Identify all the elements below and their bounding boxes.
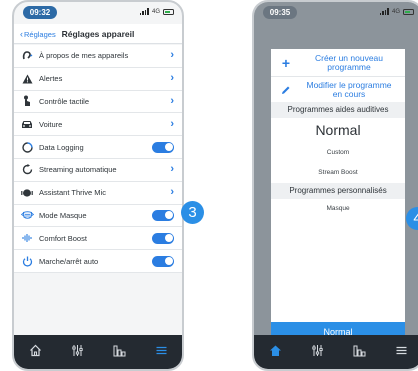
program-item-stream-boost[interactable]: Stream Boost	[271, 163, 405, 183]
create-program-button[interactable]: + Créer un nouveau programme	[271, 49, 405, 77]
ear-icon	[20, 49, 34, 63]
settings-list: À propos de mes appareils › Alertes › Co…	[14, 45, 182, 273]
auto-power-toggle[interactable]	[152, 255, 174, 267]
settings-row-label: Assistant Thrive Mic	[39, 188, 106, 198]
signal-icon	[139, 8, 149, 15]
status-bar: 09:32 4G	[14, 2, 182, 22]
streaming-icon	[20, 163, 34, 177]
program-item-normal[interactable]: Normal	[271, 118, 405, 143]
comfort-boost-icon	[20, 231, 34, 245]
settings-row-car[interactable]: Voiture ›	[14, 113, 182, 137]
status-time: 09:35	[263, 6, 297, 19]
hearing-programs-header: Programmes aides auditives	[271, 102, 405, 118]
settings-row-label: Comfort Boost	[39, 233, 87, 243]
network-label: 4G	[151, 8, 160, 15]
settings-row-comfort-boost: Comfort Boost	[14, 227, 182, 251]
settings-row-touch-control[interactable]: Contrôle tactile ›	[14, 90, 182, 114]
tab-bar	[14, 335, 182, 369]
comfort-boost-toggle[interactable]	[152, 232, 174, 244]
home-icon[interactable]	[265, 344, 285, 360]
bar-chart-icon[interactable]	[349, 344, 369, 360]
custom-programs-header: Programmes personnalisés	[271, 183, 405, 199]
modify-program-button[interactable]: Modifier le programme en cours	[271, 77, 405, 102]
settings-row-data-logging: Data Logging	[14, 136, 182, 159]
car-icon	[20, 117, 34, 131]
menu-icon[interactable]	[391, 344, 411, 360]
settings-row-about-devices[interactable]: À propos de mes appareils ›	[14, 45, 182, 68]
chevron-right-icon: ›	[170, 163, 174, 176]
power-icon	[20, 254, 34, 268]
right-phone-screen: 09:35 4G + Créer un nouveau programme Mo…	[252, 0, 418, 371]
tab-bar	[254, 335, 418, 369]
settings-row-auto-streaming[interactable]: Streaming automatique ›	[14, 158, 182, 182]
settings-row-label: À propos de mes appareils	[39, 51, 129, 61]
callout-badge-3: 3	[181, 201, 204, 224]
signal-icon	[379, 8, 389, 15]
settings-row-auto-power: Marche/arrêt auto	[14, 250, 182, 273]
settings-row-label: Data Logging	[39, 142, 84, 152]
pencil-icon	[279, 82, 293, 98]
menu-icon[interactable]	[151, 344, 171, 360]
settings-row-thrive-mic[interactable]: Assistant Thrive Mic ›	[14, 181, 182, 205]
create-program-label: Créer un nouveau programme	[314, 52, 384, 72]
program-item-masque[interactable]: Masque	[271, 199, 405, 219]
network-label: 4G	[391, 8, 400, 15]
touch-icon	[20, 94, 34, 108]
modify-program-label: Modifier le programme en cours	[306, 79, 392, 99]
equalizer-icon[interactable]	[67, 344, 87, 360]
status-bar: 09:35 4G	[254, 2, 418, 22]
chevron-right-icon: ›	[170, 186, 174, 199]
chevron-right-icon: ›	[170, 72, 174, 85]
mask-icon	[20, 208, 34, 222]
home-icon[interactable]	[25, 344, 45, 360]
settings-row-alerts[interactable]: Alertes ›	[14, 67, 182, 91]
battery-icon	[403, 8, 414, 15]
settings-row-label: Contrôle tactile	[39, 96, 90, 106]
chevron-right-icon: ›	[170, 117, 174, 130]
mic-icon	[20, 186, 34, 200]
program-item-custom[interactable]: Custom	[271, 143, 405, 163]
data-logging-icon	[20, 140, 34, 154]
battery-icon	[163, 8, 174, 15]
settings-row-label: Marche/arrêt auto	[39, 256, 99, 266]
mask-mode-toggle[interactable]	[152, 209, 174, 221]
settings-row-label: Mode Masque	[39, 210, 87, 220]
bar-chart-icon[interactable]	[109, 344, 129, 360]
chevron-right-icon: ›	[170, 49, 174, 62]
page-title: Réglages appareil	[61, 29, 135, 39]
data-logging-toggle[interactable]	[152, 141, 174, 153]
program-picker-dialog: + Créer un nouveau programme Modifier le…	[271, 49, 405, 342]
left-phone-screen: 09:32 4G ‹Réglages Réglages appareil À p…	[12, 0, 184, 371]
settings-row-mask-mode: Mode Masque	[14, 204, 182, 228]
status-time: 09:32	[23, 6, 57, 19]
equalizer-icon[interactable]	[307, 344, 327, 360]
settings-row-label: Alertes	[39, 74, 63, 84]
settings-row-label: Voiture	[39, 119, 63, 129]
alert-icon	[20, 72, 34, 86]
settings-row-label: Streaming automatique	[39, 165, 117, 175]
chevron-right-icon: ›	[170, 94, 174, 107]
nav-bar: ‹Réglages Réglages appareil	[14, 24, 182, 44]
plus-icon: +	[281, 54, 291, 71]
